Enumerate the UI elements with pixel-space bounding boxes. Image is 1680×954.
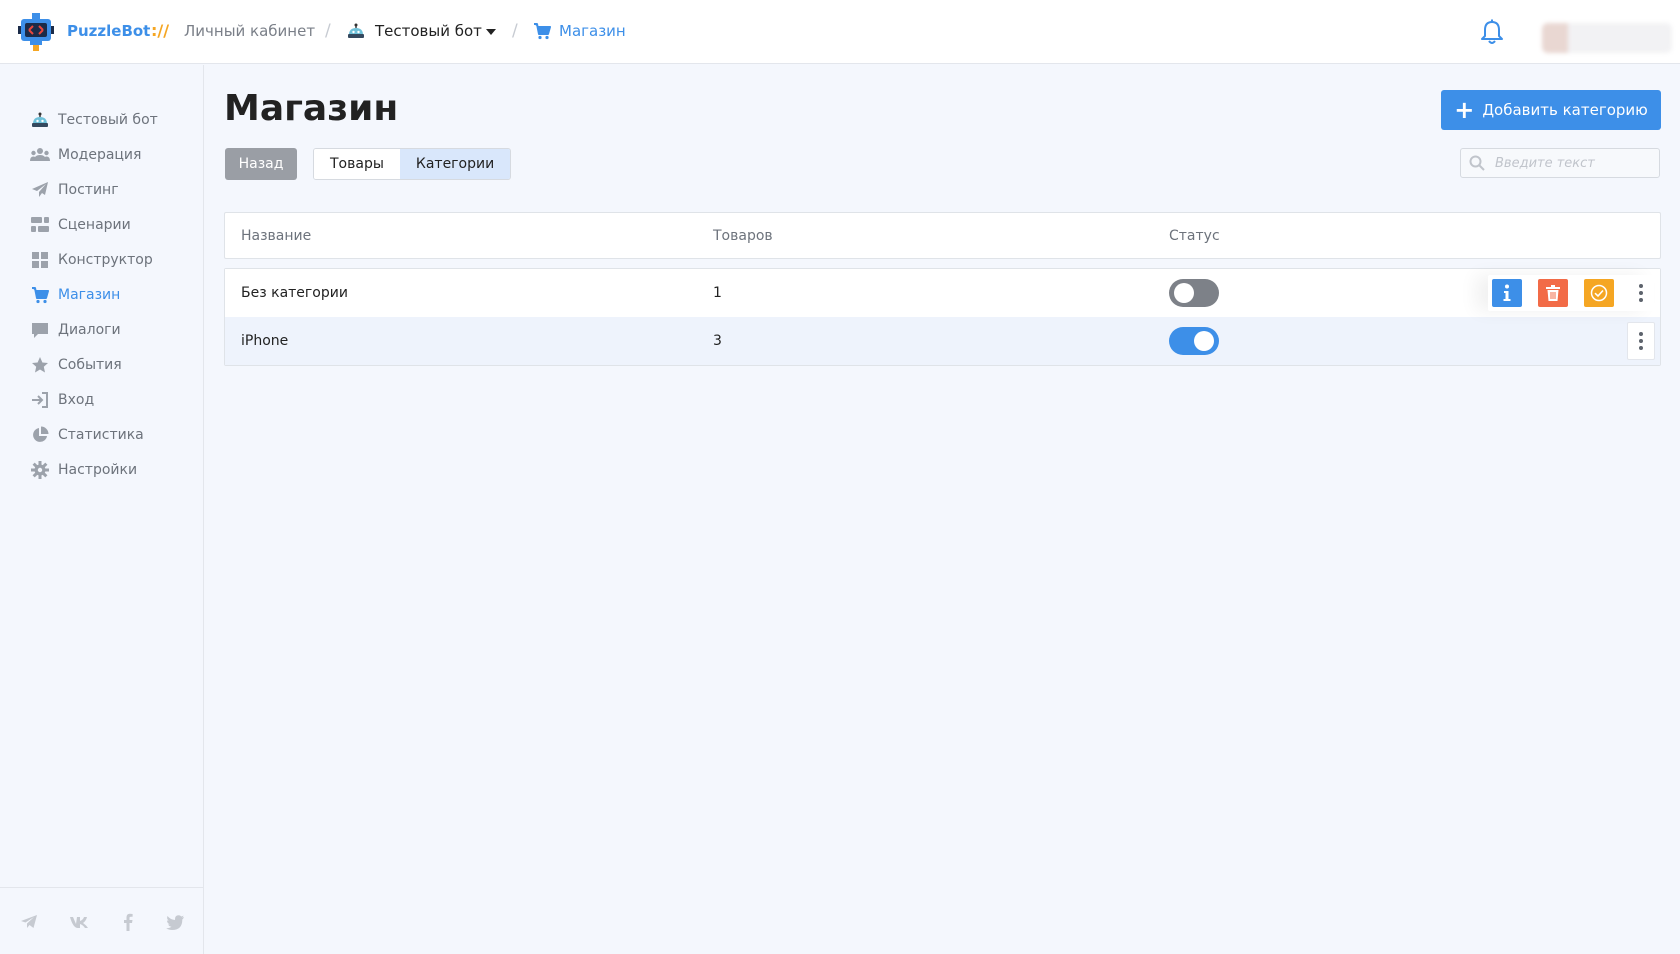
info-button[interactable] xyxy=(1492,279,1522,307)
pie-chart-icon xyxy=(30,425,50,445)
add-category-button[interactable]: + Добавить категорию xyxy=(1441,90,1661,130)
page-title: Магазин xyxy=(224,88,399,129)
table-body: Без категории 1 iPhone 3 xyxy=(224,268,1661,366)
sidebar-item-settings[interactable]: Настройки xyxy=(30,458,200,482)
tab-products[interactable]: Товары xyxy=(314,149,400,179)
cart-icon xyxy=(30,285,50,305)
chat-icon xyxy=(30,320,50,340)
users-icon xyxy=(30,145,50,165)
add-category-label: Добавить категорию xyxy=(1482,101,1648,119)
sidebar-item-moderation[interactable]: Модерация xyxy=(30,143,200,167)
twitter-icon[interactable] xyxy=(165,912,185,932)
sidebar-footer-divider xyxy=(0,887,203,888)
category-name: iPhone xyxy=(241,333,289,349)
star-icon xyxy=(30,355,50,375)
telegram-icon[interactable] xyxy=(19,912,39,932)
sidebar-item-login[interactable]: Вход xyxy=(30,388,200,412)
column-header-name[interactable]: Название xyxy=(241,228,311,244)
sidebar-item-label: Диалоги xyxy=(58,322,121,338)
puzzlebot-logo-icon[interactable] xyxy=(18,13,54,51)
category-name: Без категории xyxy=(241,285,348,301)
sidebar-item-label: Тестовый бот xyxy=(58,112,158,128)
back-button[interactable]: Назад xyxy=(225,148,297,180)
sidebar-item-label: События xyxy=(58,357,122,373)
breadcrumb-separator: / xyxy=(512,21,518,41)
table-header: Название Товаров Статус xyxy=(224,212,1661,259)
cart-icon xyxy=(534,23,551,40)
sidebar-item-label: Постинг xyxy=(58,182,119,198)
bot-icon xyxy=(348,23,364,38)
sidebar-item-label: Магазин xyxy=(58,287,121,303)
status-toggle[interactable] xyxy=(1169,279,1219,307)
sidebar-item-events[interactable]: События xyxy=(30,353,200,377)
paper-plane-icon xyxy=(30,180,50,200)
tab-group: Товары Категории xyxy=(313,148,512,180)
status-toggle[interactable] xyxy=(1169,327,1219,355)
tab-categories[interactable]: Категории xyxy=(399,149,511,179)
scenarios-icon xyxy=(30,215,50,235)
sidebar: Тестовый бот Модерация Постинг Сценарии … xyxy=(0,65,204,954)
chevron-down-icon[interactable] xyxy=(486,29,496,35)
trash-icon xyxy=(1546,285,1560,301)
sidebar-item-label: Модерация xyxy=(58,147,142,163)
user-menu[interactable] xyxy=(1542,23,1672,53)
facebook-icon[interactable] xyxy=(118,912,138,932)
top-header: PuzzleBot :// Личный кабинет / Тестовый … xyxy=(0,0,1680,64)
breadcrumb-separator: / xyxy=(325,21,331,41)
bell-icon[interactable] xyxy=(1480,19,1504,45)
search-icon xyxy=(1469,155,1485,171)
check-circle-icon xyxy=(1590,284,1608,302)
vk-icon[interactable] xyxy=(69,912,93,932)
brand-name[interactable]: PuzzleBot xyxy=(67,22,150,40)
sidebar-item-dialogs[interactable]: Диалоги xyxy=(30,318,200,342)
breadcrumb-cabinet[interactable]: Личный кабинет xyxy=(184,22,315,40)
sidebar-item-label: Настройки xyxy=(58,462,138,478)
gear-icon xyxy=(30,460,50,480)
search-box xyxy=(1460,148,1660,178)
row-menu-icon[interactable] xyxy=(1627,322,1655,360)
sidebar-item-label: Статистика xyxy=(58,427,144,443)
sidebar-item-label: Конструктор xyxy=(58,252,153,268)
grid-icon xyxy=(30,250,50,270)
column-header-status[interactable]: Статус xyxy=(1169,228,1220,244)
plus-icon: + xyxy=(1454,96,1475,124)
sidebar-item-bot[interactable]: Тестовый бот xyxy=(30,108,200,132)
sidebar-item-posting[interactable]: Постинг xyxy=(30,178,200,202)
sidebar-item-statistics[interactable]: Статистика xyxy=(30,423,200,447)
sidebar-item-constructor[interactable]: Конструктор xyxy=(30,248,200,272)
sidebar-item-label: Сценарии xyxy=(58,217,131,233)
table-row[interactable]: iPhone 3 xyxy=(225,317,1660,365)
product-count: 3 xyxy=(713,333,722,349)
sign-in-icon xyxy=(30,390,50,410)
sidebar-item-scenarios[interactable]: Сценарии xyxy=(30,213,200,237)
brand-separator: :// xyxy=(151,21,170,40)
info-icon xyxy=(1503,284,1511,301)
search-input[interactable] xyxy=(1495,155,1645,171)
product-count: 1 xyxy=(713,285,722,301)
sidebar-item-label: Вход xyxy=(58,392,95,408)
column-header-count[interactable]: Товаров xyxy=(713,228,773,244)
bot-icon xyxy=(30,110,50,130)
delete-button[interactable] xyxy=(1538,279,1568,307)
table-row[interactable]: Без категории 1 xyxy=(225,269,1660,317)
sidebar-item-shop[interactable]: Магазин xyxy=(30,283,200,307)
breadcrumb-bot[interactable]: Тестовый бот xyxy=(375,22,482,40)
row-menu-icon[interactable] xyxy=(1627,275,1655,311)
breadcrumb-shop[interactable]: Магазин xyxy=(559,22,626,40)
approve-button[interactable] xyxy=(1584,279,1614,307)
